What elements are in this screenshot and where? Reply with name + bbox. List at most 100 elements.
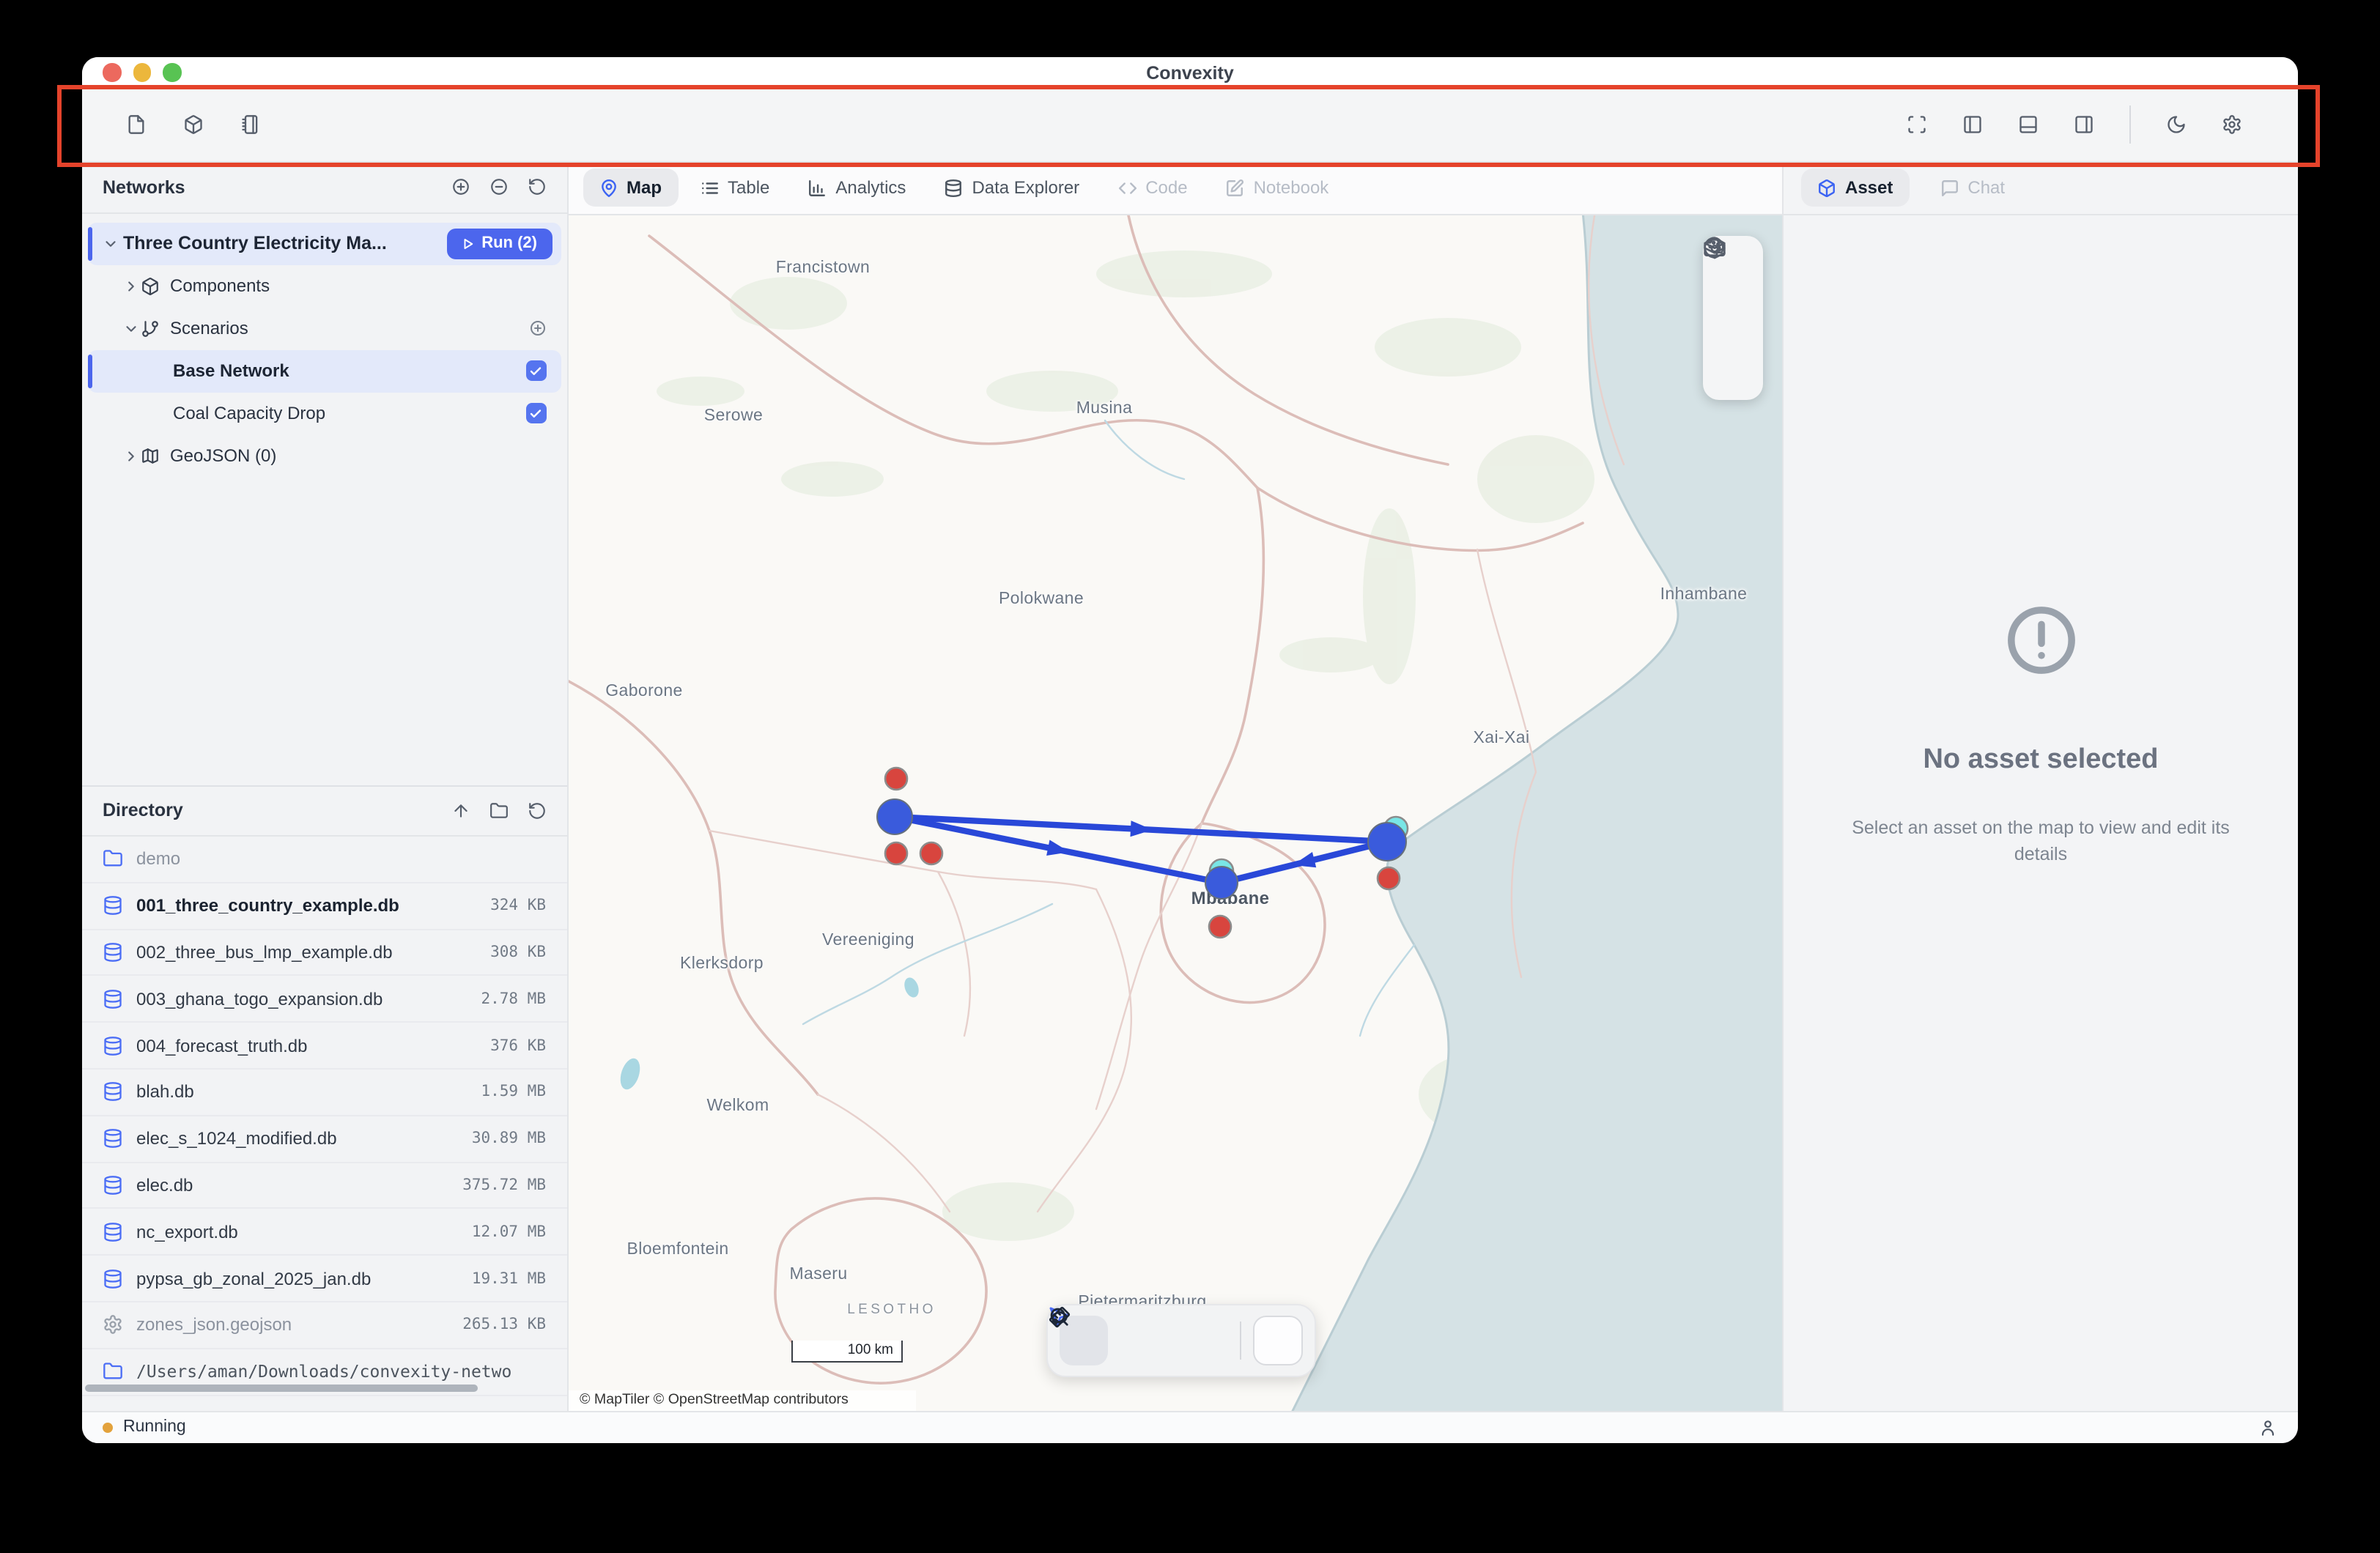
file-name: demo [136,849,180,870]
network-root-row[interactable]: Three Country Electricity Ma... Run (2) [88,222,561,264]
arrow-up-icon[interactable] [451,801,470,820]
lasso-tool-icon[interactable] [1120,1315,1169,1365]
chevron-down-icon[interactable] [120,320,141,336]
horizontal-scrollbar[interactable] [85,1384,478,1391]
top-toolbar [82,88,2298,163]
titlebar: Convexity [82,57,2298,88]
panel-left-icon[interactable] [1962,114,1983,135]
screen: Convexity Networ [0,0,2380,1553]
file-name: 004_forecast_truth.db [136,1035,308,1056]
directory-row[interactable]: nc_export.db 12.07 MB [82,1209,566,1256]
network-node-bus[interactable] [1367,822,1405,860]
run-button[interactable]: Run (2) [446,228,552,259]
code-icon [1117,179,1137,198]
status-label: Running [123,1419,186,1437]
database-icon [103,1082,123,1102]
directory-title: Directory [103,801,183,821]
toolbar-divider [2129,105,2131,144]
map-canvas[interactable]: FrancistownSeroweMusinaPolokwaneGaborone… [568,215,1782,1410]
refresh-directory-icon[interactable] [527,801,546,820]
scenario-checkbox[interactable] [525,403,546,423]
tab-asset-label: Asset [1845,178,1893,199]
tab-notebook[interactable]: Notebook [1210,169,1345,207]
network-node-bus[interactable] [1205,866,1237,898]
traffic-lights [103,63,181,81]
network-node-load[interactable] [920,842,942,864]
chevron-right-icon[interactable] [120,448,141,464]
directory-row[interactable]: pypsa_gb_zonal_2025_jan.db 19.31 MB [82,1256,566,1302]
selection-accent [88,354,92,388]
tab-code[interactable]: Code [1101,169,1203,207]
remove-network-icon[interactable] [489,178,508,197]
tab-map[interactable]: Map [583,169,678,207]
gear-icon[interactable] [2222,114,2242,135]
scenario-row[interactable]: Base Network [88,349,561,392]
file-icon[interactable] [126,114,147,135]
tab-data-explorer-label: Data Explorer [972,178,1079,199]
networks-tree: Three Country Electricity Ma... Run (2) … [82,213,566,477]
center-panel: Map Table Analytics Data Explorer [568,163,1782,1410]
tree-item-components[interactable]: Components [88,264,561,307]
tab-table[interactable]: Table [684,169,786,207]
close-window-button[interactable] [103,63,121,81]
run-button-label: Run (2) [481,234,537,252]
tab-analytics[interactable]: Analytics [791,169,922,207]
scenario-checkbox[interactable] [525,360,546,381]
scenario-row[interactable]: Coal Capacity Drop [88,392,561,434]
file-size: 1.59 MB [469,1083,546,1101]
notebook-icon[interactable] [240,114,261,135]
refresh-networks-icon[interactable] [527,178,546,197]
search-tool-icon[interactable] [1253,1315,1302,1365]
tab-asset[interactable]: Asset [1801,169,1909,207]
network-node-bus[interactable] [876,798,912,834]
folder-icon[interactable] [489,801,508,820]
networks-title: Networks [103,177,185,198]
directory-panel: Directory demo [82,785,566,1410]
sidebar: Networks Three Country Electricity Ma... [82,163,568,1410]
directory-row[interactable]: elec.db 375.72 MB [82,1163,566,1209]
directory-row[interactable]: 002_three_bus_lmp_example.db 308 KB [82,930,566,976]
zoom-window-button[interactable] [163,63,181,81]
network-node-load[interactable] [884,842,906,864]
tree-item-scenarios[interactable]: Scenarios [88,307,561,349]
tab-chat-label: Chat [1967,178,2005,199]
directory-row[interactable]: 003_ghana_togo_expansion.db 2.78 MB [82,976,566,1023]
directory-row[interactable]: zones_json.geojson 265.13 KB [82,1302,566,1349]
selection-accent [88,226,92,260]
directory-row[interactable]: 001_three_country_example.db 324 KB [82,883,566,930]
moon-icon[interactable] [2166,114,2187,135]
minimize-window-button[interactable] [133,63,151,81]
tab-chat[interactable]: Chat [1923,169,2021,207]
ruler-tool-icon[interactable] [1180,1315,1229,1365]
file-name: blah.db [136,1082,194,1102]
network-node-load[interactable] [884,767,906,789]
user-icon[interactable] [2258,1418,2277,1437]
database-icon [103,989,123,1009]
main-content: Networks Three Country Electricity Ma... [82,163,2298,1410]
tree-item-geojson[interactable]: GeoJSON (0) [88,434,561,477]
file-name: nc_export.db [136,1222,238,1242]
file-name: pypsa_gb_zonal_2025_jan.db [136,1268,371,1289]
fullscreen-icon[interactable] [1907,114,1927,135]
directory-row[interactable]: 004_forecast_truth.db 376 KB [82,1023,566,1070]
scenarios-branch-icon [141,319,160,338]
package-icon[interactable] [183,114,204,135]
directory-row[interactable]: elec_s_1024_modified.db 30.89 MB [82,1116,566,1163]
scale-label: 100 km [848,1342,893,1358]
file-size: 324 KB [478,897,546,914]
panel-right-icon[interactable] [2074,114,2094,135]
directory-row[interactable]: blah.db 1.59 MB [82,1070,566,1116]
network-node-load[interactable] [1377,867,1399,889]
directory-row[interactable]: demo [82,837,566,883]
chevron-down-icon[interactable] [100,235,120,251]
file-size: 376 KB [478,1037,546,1054]
add-network-icon[interactable] [451,178,470,197]
panel-bottom-icon[interactable] [2018,114,2039,135]
network-overlay[interactable] [568,215,1782,1410]
alert-circle-icon [2003,602,2079,686]
add-scenario-icon[interactable] [528,319,546,337]
chevron-right-icon[interactable] [120,278,141,294]
networks-header: Networks [82,163,566,213]
network-node-load[interactable] [1208,915,1230,937]
tab-data-explorer[interactable]: Data Explorer [928,169,1095,207]
